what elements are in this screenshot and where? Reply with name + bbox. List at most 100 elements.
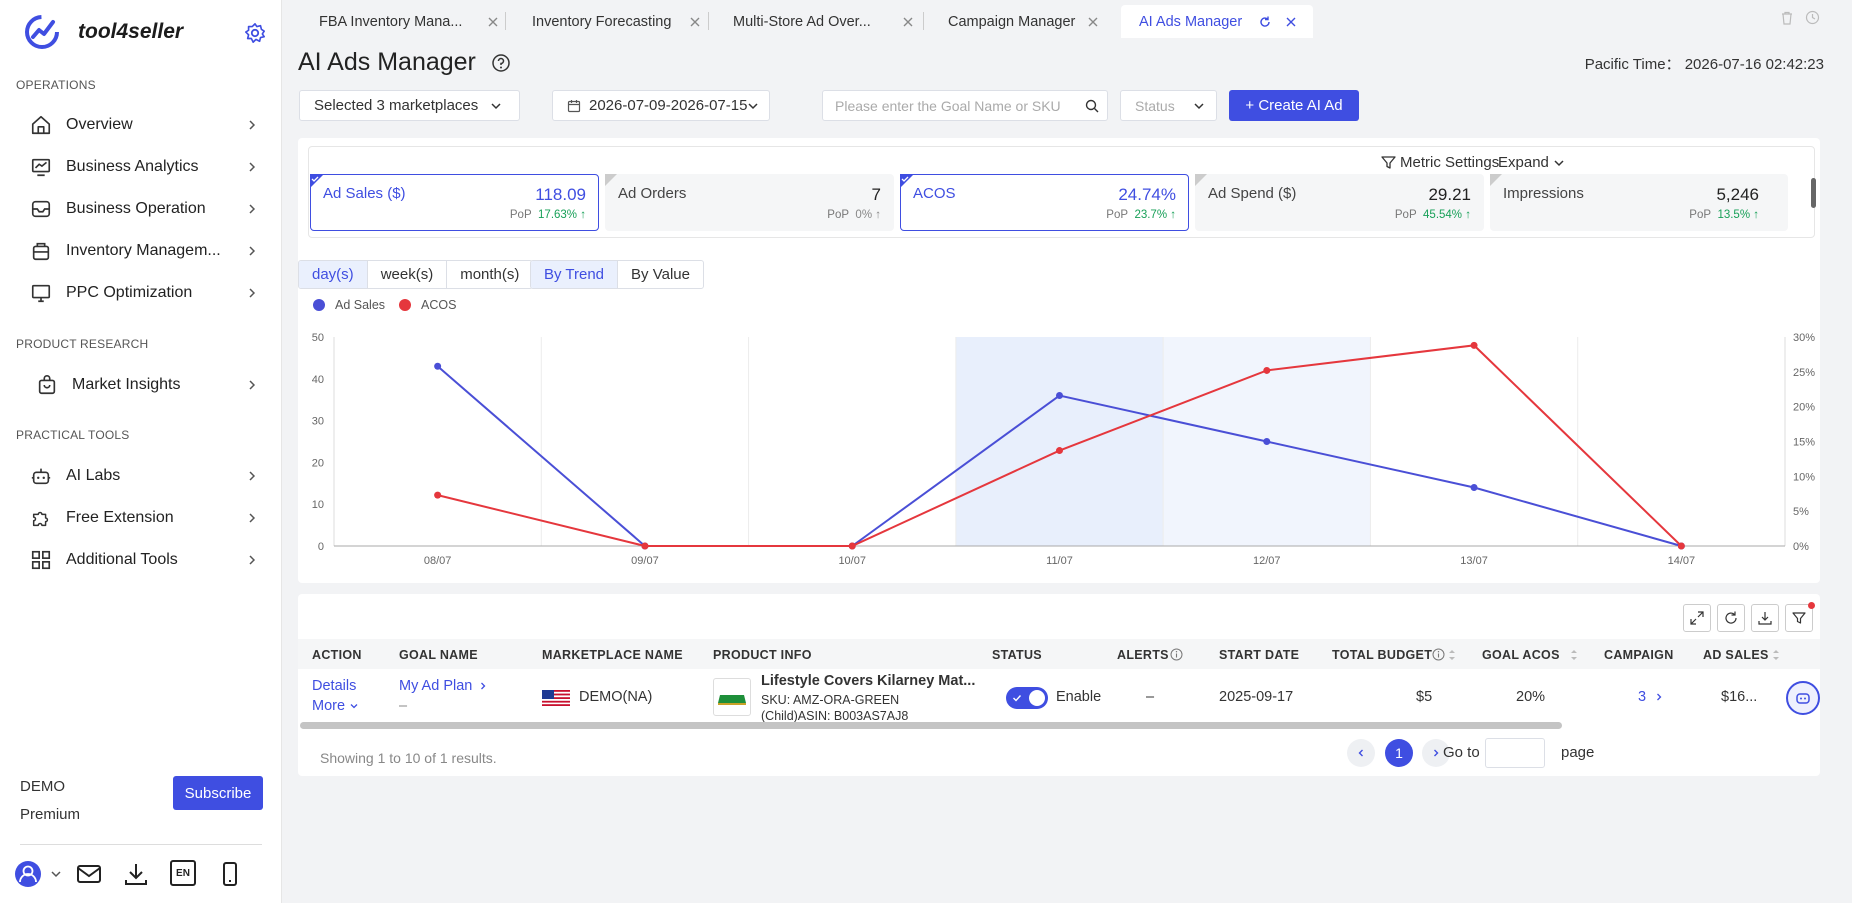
close-icon[interactable] — [487, 16, 499, 28]
filter-icon — [1792, 612, 1806, 624]
legend-item-ad-sales[interactable]: Ad Sales — [313, 298, 385, 312]
sidebar-item-additional-tools[interactable]: Additional Tools — [0, 540, 282, 580]
data-point-ad-sales — [1056, 392, 1063, 400]
kpi-card-impressions[interactable]: Impressions 5,246 PoP 13.5% ↑ — [1490, 174, 1788, 231]
ai-assistant-button[interactable] — [1786, 681, 1820, 715]
sort-icon[interactable] — [1448, 649, 1456, 661]
column-filter-button[interactable] — [1785, 602, 1815, 632]
alerts-value: – — [1146, 689, 1155, 705]
metric-settings-button[interactable]: Metric Settings — [1381, 154, 1499, 171]
close-icon[interactable] — [1087, 16, 1099, 28]
sidebar-item-free-extension[interactable]: Free Extension — [0, 498, 282, 538]
sidebar-item-market-insights[interactable]: Market Insights — [0, 365, 282, 405]
sidebar-item-ppc-optimization[interactable]: PPC Optimization — [0, 273, 282, 313]
date-range-picker[interactable]: 2026-07-09-2026-07-15 — [552, 90, 770, 121]
help-circle-icon[interactable] — [491, 53, 511, 73]
page-1-button[interactable]: 1 — [1385, 739, 1413, 767]
granularity-month-button[interactable]: month(s) — [447, 261, 532, 288]
language-icon[interactable]: EN — [170, 860, 196, 886]
tab-campaign-manager[interactable]: Campaign Manager — [924, 5, 1107, 38]
info-icon[interactable] — [1432, 648, 1445, 661]
kpi-card-ad-sales[interactable]: Ad Sales ($) 118.09 PoP 17.63% ↑ — [310, 174, 599, 231]
arrow-up-icon: ↑ — [580, 209, 586, 221]
sort-icon[interactable] — [1772, 649, 1780, 661]
sidebar-item-business-operation[interactable]: Business Operation — [0, 189, 282, 229]
tab-inventory-forecasting[interactable]: Inventory Forecasting — [506, 5, 708, 38]
metrics-scrollbar[interactable] — [1811, 178, 1816, 208]
trash-icon[interactable] — [1780, 11, 1794, 25]
sidebar-item-business-analytics[interactable]: Business Analytics — [0, 147, 282, 187]
total-budget-value: $5 — [1416, 689, 1433, 705]
puzzle-icon — [32, 511, 49, 527]
chevron-right-icon — [249, 288, 256, 298]
goto-page-input[interactable] — [1485, 738, 1545, 768]
x-tick-label: 13/07 — [1460, 555, 1488, 567]
x-tick-label: 12/07 — [1253, 555, 1281, 567]
details-link[interactable]: Details — [312, 678, 356, 694]
kpi-card-ad-spend[interactable]: Ad Spend ($) 29.21 PoP 45.54% ↑ — [1195, 174, 1484, 231]
legend-item-acos[interactable]: ACOS — [399, 298, 456, 312]
prev-page-button[interactable] — [1347, 739, 1375, 767]
campaign-count-link[interactable]: 3 — [1638, 689, 1664, 705]
account-name: DEMO — [20, 778, 65, 795]
tab-label: Multi-Store Ad Over... — [733, 13, 871, 30]
search-icon[interactable] — [1085, 99, 1099, 113]
refresh-icon[interactable] — [1258, 15, 1272, 29]
export-button[interactable] — [1751, 604, 1779, 632]
brand[interactable]: tool4seller — [24, 14, 183, 50]
by-trend-button[interactable]: By Trend — [531, 261, 619, 288]
chevron-right-icon — [249, 471, 256, 481]
user-avatar-icon[interactable] — [14, 860, 42, 888]
arrow-up-icon: ↑ — [875, 209, 881, 221]
granularity-toggle: day(s) week(s) month(s) — [298, 260, 534, 289]
product-title[interactable]: Lifestyle Covers Kilarney Mat... — [761, 673, 975, 689]
chevron-down-icon[interactable] — [50, 868, 62, 880]
subscribe-button[interactable]: Subscribe — [173, 776, 263, 810]
sidebar-item-inventory-management[interactable]: Inventory Managem... — [0, 231, 282, 271]
kpi-card-acos[interactable]: ACOS 24.74% PoP 23.7% ↑ — [900, 174, 1189, 231]
settings-gear-icon[interactable] — [244, 22, 266, 44]
marketplace-select[interactable]: Selected 3 marketplaces — [299, 90, 520, 121]
page-scrollbar[interactable] — [1844, 0, 1850, 860]
shopping-bag-icon — [38, 375, 56, 395]
tab-label: AI Ads Manager — [1139, 13, 1243, 30]
close-icon[interactable] — [902, 16, 914, 28]
product-sku: SKU: AMZ-ORA-GREEN — [761, 693, 900, 707]
section-title-product-research: PRODUCT RESEARCH — [16, 337, 149, 351]
close-icon[interactable] — [689, 16, 701, 28]
refresh-button[interactable] — [1717, 604, 1745, 632]
sidebar-item-overview[interactable]: Overview — [0, 105, 282, 145]
search-input[interactable]: Please enter the Goal Name or SKU — [822, 90, 1108, 121]
table-row: Details More My Ad Plan – DEMO(NA) Lifes… — [298, 669, 1820, 724]
tab-multi-store-ad[interactable]: Multi-Store Ad Over... — [709, 5, 923, 38]
tab-fba-inventory[interactable]: FBA Inventory Mana... — [283, 5, 505, 38]
create-ai-ad-button[interactable]: + Create AI Ad — [1229, 90, 1359, 121]
mail-icon[interactable] — [75, 860, 103, 888]
product-thumbnail[interactable] — [713, 678, 751, 716]
close-icon[interactable] — [1285, 16, 1297, 28]
goal-name-link[interactable]: My Ad Plan — [399, 678, 488, 694]
tab-ai-ads-manager[interactable]: AI Ads Manager — [1121, 5, 1313, 38]
sort-icon[interactable] — [1570, 649, 1578, 661]
expand-button[interactable]: Expand — [1498, 154, 1565, 171]
download-icon[interactable] — [122, 860, 150, 888]
chevron-down-icon — [748, 102, 758, 109]
granularity-day-button[interactable]: day(s) — [299, 261, 368, 288]
sidebar-item-label: Additional Tools — [66, 551, 178, 568]
mobile-icon[interactable] — [216, 860, 244, 888]
info-icon[interactable] — [1170, 648, 1183, 661]
fullscreen-button[interactable] — [1683, 604, 1711, 632]
status-select[interactable]: Status — [1120, 90, 1217, 121]
marketplace-select-value: Selected 3 marketplaces — [314, 97, 479, 114]
by-value-button[interactable]: By Value — [618, 261, 703, 288]
more-dropdown[interactable]: More — [312, 698, 359, 714]
history-icon[interactable] — [1805, 10, 1820, 25]
y-left-tick-label: 20 — [312, 457, 324, 469]
granularity-week-button[interactable]: week(s) — [368, 261, 448, 288]
sidebar-item-ai-labs[interactable]: AI Labs — [0, 456, 282, 496]
kpi-card-ad-orders[interactable]: Ad Orders 7 PoP 0% ↑ — [605, 174, 894, 231]
sidebar-item-label: Business Operation — [66, 200, 206, 217]
sidebar-item-label: Free Extension — [66, 509, 174, 526]
page-title: AI Ads Manager — [298, 48, 476, 76]
horizontal-scrollbar[interactable] — [300, 722, 1562, 729]
